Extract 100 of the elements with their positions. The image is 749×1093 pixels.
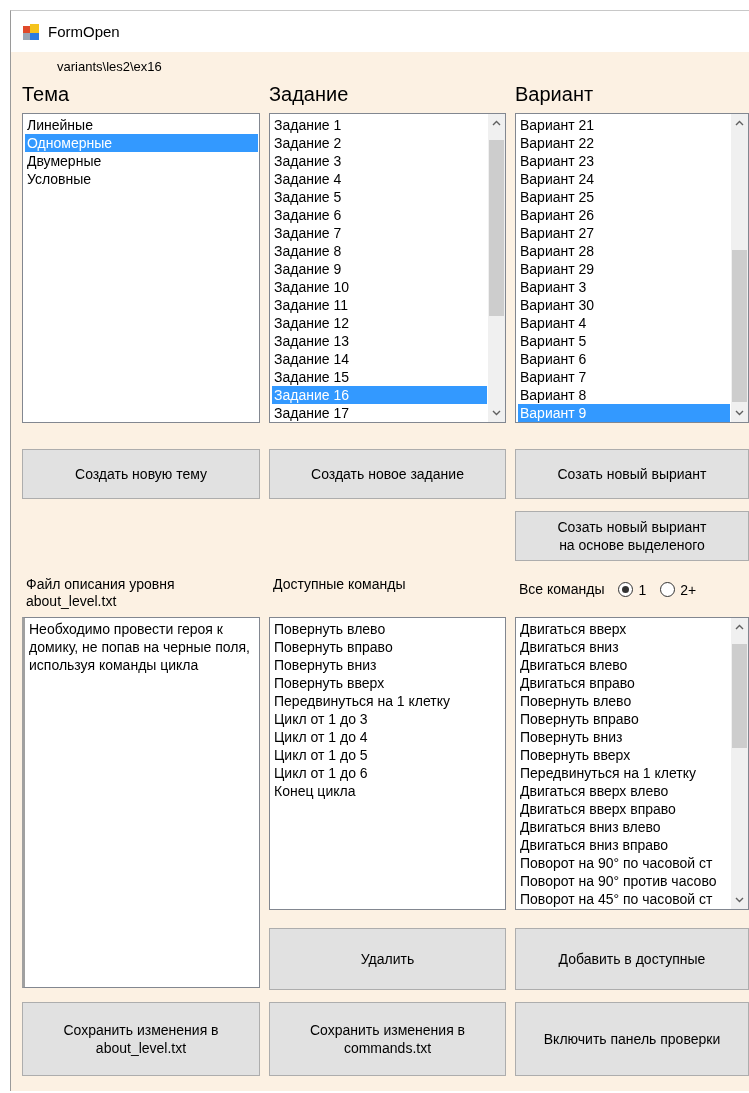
path-label: variants\les2\ex16 xyxy=(57,58,162,76)
delete-button[interactable]: Удалить xyxy=(269,928,506,990)
list-item[interactable]: Вариант 26 xyxy=(518,206,730,224)
save-commands-button[interactable]: Сохранить изменения в commands.txt xyxy=(269,1002,506,1076)
scroll-up-icon[interactable] xyxy=(735,120,744,126)
scrollbar-thumb[interactable] xyxy=(732,644,747,748)
topic-heading: Тема xyxy=(22,83,70,107)
list-item[interactable]: Двигаться вверх вправо xyxy=(518,800,730,818)
list-item[interactable]: Цикл от 1 до 4 xyxy=(272,728,504,746)
list-item[interactable]: Задание 15 xyxy=(272,368,487,386)
list-item[interactable]: Условные xyxy=(25,170,258,188)
list-item[interactable]: Повернуть вправо xyxy=(518,710,730,728)
list-item[interactable]: Линейные xyxy=(25,116,258,134)
list-item[interactable]: Задание 14 xyxy=(272,350,487,368)
list-item[interactable]: Поворот на 45° по часовой ст xyxy=(518,890,730,908)
list-box[interactable]: Линейные Одномерные Двумерные Условные xyxy=(22,113,260,423)
list-item[interactable]: Задание 5 xyxy=(272,188,487,206)
scrollbar-thumb[interactable] xyxy=(489,140,504,316)
all-commands-label: Все команды xyxy=(518,581,605,598)
list-item[interactable]: Вариант 22 xyxy=(518,134,730,152)
list-item[interactable]: Вариант 4 xyxy=(518,314,730,332)
radio-option[interactable]: 1 xyxy=(618,581,647,598)
list-item[interactable]: Вариант 28 xyxy=(518,242,730,260)
list-item[interactable]: Задание 8 xyxy=(272,242,487,260)
list-item[interactable]: Поворот на 90° против часово xyxy=(518,872,730,890)
list-item[interactable]: Задание 12 xyxy=(272,314,487,332)
list-item[interactable]: Двигаться вправо xyxy=(518,674,730,692)
list-item[interactable]: Вариант 23 xyxy=(518,152,730,170)
list-item[interactable]: Вариант 24 xyxy=(518,170,730,188)
list-item[interactable]: Задание 13 xyxy=(272,332,487,350)
list-item[interactable]: Вариант 21 xyxy=(518,116,730,134)
list-item[interactable]: Передвинуться на 1 клетку xyxy=(272,692,504,710)
list-box[interactable]: Задание 1 Задание 2 Задание 3 Задание 4 Задание 5 Задание 6 Задание 7 Задание 8 Задание 9 Задание 10 Задание 11 Задание 12 Задание 13 Задание 14 Задание 15 Задание 16 Задание 17 xyxy=(269,113,506,423)
list-item[interactable]: Задание 10 xyxy=(272,278,487,296)
list-item[interactable]: Вариант 8 xyxy=(518,386,730,404)
scroll-down-icon[interactable] xyxy=(735,897,744,903)
window-title: FormOpen xyxy=(48,23,120,40)
scroll-up-icon[interactable] xyxy=(492,120,501,126)
list-item[interactable]: Задание 9 xyxy=(272,260,487,278)
list-item[interactable]: Вариант 5 xyxy=(518,332,730,350)
scroll-up-icon[interactable] xyxy=(735,624,744,630)
list-item[interactable]: Повернуть влево xyxy=(272,620,504,638)
add-to-available-button[interactable]: Добавить в доступные xyxy=(515,928,749,990)
list-item[interactable]: Повернуть вниз xyxy=(272,656,504,674)
list-item[interactable]: Задание 7 xyxy=(272,224,487,242)
list-item[interactable]: Вариант 7 xyxy=(518,368,730,386)
list-item[interactable]: Задание 2 xyxy=(272,134,487,152)
list-item[interactable]: Двигаться вверх влево xyxy=(518,782,730,800)
list-item[interactable]: Задание 4 xyxy=(272,170,487,188)
list-item[interactable]: Вариант 6 xyxy=(518,350,730,368)
level-description-field[interactable]: Необходимо провести героя к домику, не попав на черные поля, используя команды цикла xyxy=(22,617,260,988)
create-variant-from-selected-button[interactable]: Созать новый выриант на основе выделеного xyxy=(515,511,749,561)
list-item[interactable]: Вариант 25 xyxy=(518,188,730,206)
list-item[interactable]: Задание 1 xyxy=(272,116,487,134)
radio-button[interactable] xyxy=(618,582,634,597)
scroll-down-icon[interactable] xyxy=(492,410,501,416)
list-item[interactable]: Двигаться вниз xyxy=(518,638,730,656)
list-item[interactable]: Повернуть вверх xyxy=(272,674,504,692)
save-level-file-button[interactable]: Сохранить изменения в about_level.txt xyxy=(22,1002,260,1076)
level-file-label: Файл описания уровня about_level.txt xyxy=(25,576,176,610)
create-task-button[interactable]: Создать новое задание xyxy=(269,449,506,499)
create-variant-button[interactable]: Созать новый выриант xyxy=(515,449,749,499)
list-item[interactable]: Двигаться вниз влево xyxy=(518,818,730,836)
scrollbar[interactable] xyxy=(731,618,748,909)
list-item[interactable]: Повернуть вправо xyxy=(272,638,504,656)
list-item[interactable]: Двигаться вниз вправо xyxy=(518,836,730,854)
list-item[interactable]: Поворот на 90° по часовой ст xyxy=(518,854,730,872)
available-commands-label: Доступные команды xyxy=(272,576,407,594)
list-item[interactable]: Задание 6 xyxy=(272,206,487,224)
list-item[interactable]: Конец цикла xyxy=(272,782,504,800)
list-item[interactable]: Задание 3 xyxy=(272,152,487,170)
radio-button[interactable] xyxy=(660,582,676,597)
list-item[interactable]: Задание 17 xyxy=(272,404,487,422)
list-item[interactable]: Передвинуться на 1 клетку xyxy=(518,764,730,782)
scroll-down-icon[interactable] xyxy=(735,410,744,416)
app-icon xyxy=(23,23,39,40)
list-item[interactable]: Двумерные xyxy=(25,152,258,170)
list-item[interactable]: Вариант 3 xyxy=(518,278,730,296)
enable-check-panel-button[interactable]: Включить панель проверки xyxy=(515,1002,749,1076)
list-item[interactable]: Задание 11 xyxy=(272,296,487,314)
scrollbar[interactable] xyxy=(488,114,505,422)
list-item[interactable]: Двигаться вверх xyxy=(518,620,730,638)
list-item[interactable]: Цикл от 1 до 6 xyxy=(272,764,504,782)
list-item[interactable]: Повернуть вверх xyxy=(518,746,730,764)
list-item[interactable]: Вариант 27 xyxy=(518,224,730,242)
list-item[interactable]: Повернуть вниз xyxy=(518,728,730,746)
create-topic-button[interactable]: Создать новую тему xyxy=(22,449,260,499)
list-item[interactable]: Вариант 30 xyxy=(518,296,730,314)
list-box[interactable]: Вариант 21 Вариант 22 Вариант 23 Вариант 24 Вариант 25 Вариант 26 Вариант 27 Вариант 28 Вариант 29 Вариант 3 Вариант 30 Вариант 4 Вариант 5 Вариант 6 Вариант 7 Вариант 8 Вариант 9 xyxy=(515,113,749,423)
list-item[interactable]: Цикл от 1 до 3 xyxy=(272,710,504,728)
scrollbar-thumb[interactable] xyxy=(732,250,747,402)
list-item[interactable]: Вариант 29 xyxy=(518,260,730,278)
scrollbar[interactable] xyxy=(731,114,748,422)
radio-option[interactable]: 2+ xyxy=(660,581,697,598)
all-commands-list[interactable] xyxy=(515,617,749,910)
available-commands-list[interactable]: Повернуть влево Повернуть вправо Повернуть вниз Повернуть вверх Передвинуться на 1 клетку Цикл от 1 до 3 Цикл от 1 до 4 Цикл от 1 до 5 Цикл от 1 до 6 Конец цикла xyxy=(269,617,506,910)
list-item[interactable]: Цикл от 1 до 5 xyxy=(272,746,504,764)
list-item[interactable]: Повернуть влево xyxy=(518,692,730,710)
variant-heading: Вариант xyxy=(515,83,594,107)
list-item[interactable]: Двигаться влево xyxy=(518,656,730,674)
